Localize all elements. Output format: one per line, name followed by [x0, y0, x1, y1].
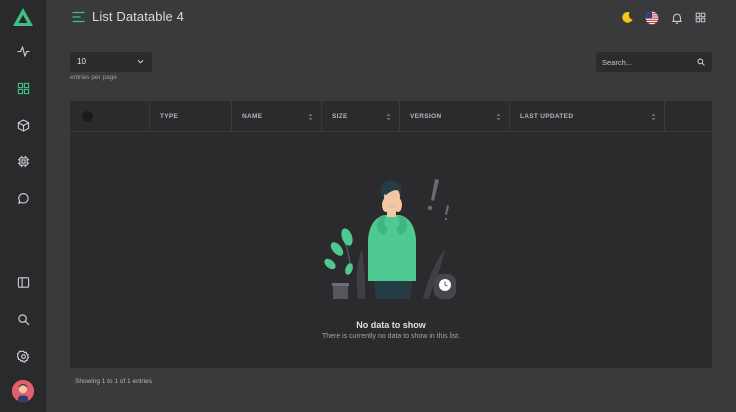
sidebar-item-search[interactable]: [0, 304, 46, 334]
sidebar-item-cpu[interactable]: [0, 146, 46, 176]
entries-per-page-select[interactable]: 10: [70, 52, 152, 72]
apps-button[interactable]: [693, 10, 708, 25]
sidebar-item-dashboard[interactable]: [0, 73, 46, 103]
menu-toggle-icon[interactable]: [72, 11, 85, 23]
sort-icon: [651, 113, 656, 121]
chevron-down-icon: [137, 60, 144, 64]
sidebar-item-messages[interactable]: [0, 183, 46, 213]
column-header-label: NAME: [242, 113, 263, 120]
bell-icon: [671, 13, 682, 24]
column-select-all: [70, 101, 150, 132]
data-table: TYPE NAME SIZE VERSION LAST UPDATED No d…: [70, 101, 712, 368]
table-search: [596, 52, 712, 72]
avatar[interactable]: [12, 380, 34, 402]
sidebar-panel-icon: [17, 276, 29, 288]
box-icon: [17, 118, 29, 132]
sidebar: [0, 0, 46, 412]
gear-icon: [16, 349, 29, 363]
cpu-icon: [17, 155, 29, 167]
activity-icon: [16, 45, 30, 57]
entries-per-page-value: 10: [77, 57, 86, 66]
column-header-type[interactable]: TYPE: [150, 101, 232, 132]
column-header-last-updated[interactable]: LAST UPDATED: [510, 101, 665, 132]
theme-toggle-button[interactable]: [620, 10, 635, 25]
logo-icon[interactable]: [12, 7, 34, 27]
table-header: TYPE NAME SIZE VERSION LAST UPDATED: [70, 101, 712, 132]
grid-icon: [17, 82, 29, 94]
column-header-label: LAST UPDATED: [520, 113, 574, 120]
table-info: Showing 1 to 1 of 1 entries: [75, 378, 152, 385]
column-header-label: SIZE: [332, 113, 348, 120]
search-icon[interactable]: [697, 58, 705, 66]
sidebar-item-settings[interactable]: [0, 341, 46, 371]
column-header-label: VERSION: [410, 113, 442, 120]
search-icon: [17, 313, 29, 325]
moon-icon: [622, 11, 633, 23]
sidebar-item-box[interactable]: [0, 110, 46, 140]
page-title: List Datatable 4: [92, 9, 184, 24]
column-header-size[interactable]: SIZE: [322, 101, 400, 132]
select-all-checkbox[interactable]: [82, 111, 93, 122]
entries-per-page-label: entries per page: [70, 74, 117, 81]
sidebar-item-panel[interactable]: [0, 267, 46, 297]
column-header-version[interactable]: VERSION: [400, 101, 510, 132]
sidebar-item-activity[interactable]: [0, 36, 46, 66]
column-header-label: TYPE: [160, 113, 179, 120]
empty-state-title: No data to show: [356, 320, 426, 330]
us-flag-icon: [644, 10, 659, 25]
column-header-name[interactable]: NAME: [232, 101, 322, 132]
message-icon: [17, 192, 29, 204]
empty-state-illustration: [324, 179, 456, 299]
sort-icon: [496, 113, 501, 121]
language-button[interactable]: [644, 10, 659, 25]
empty-state-subtitle: There is currently no data to show in th…: [321, 333, 461, 340]
topbar: List Datatable 4: [46, 0, 736, 36]
notifications-button[interactable]: [669, 10, 684, 25]
apps-grid-icon: [695, 12, 706, 23]
search-input[interactable]: [596, 52, 712, 72]
sort-icon: [308, 113, 313, 121]
sort-icon: [386, 113, 391, 121]
